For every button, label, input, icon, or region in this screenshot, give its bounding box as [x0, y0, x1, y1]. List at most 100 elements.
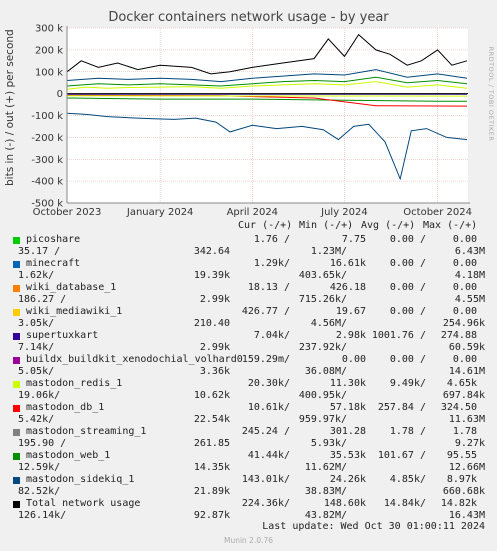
legend-series-name: minecraft — [26, 258, 81, 269]
legend-header-min: Min (-/+) — [299, 220, 354, 231]
x-tick-label: October 2023 — [33, 207, 102, 218]
legend-series-name: mastodon_redis_1 — [26, 378, 123, 389]
legend-max-value: 324.50 — [440, 402, 477, 413]
legend-max-in-value: 11.63M — [448, 414, 485, 425]
x-tick-label: January 2024 — [126, 207, 194, 218]
legend-min-in-value: 10.62k — [193, 390, 230, 401]
legend-header-cur: Cur (-/+) — [238, 220, 293, 231]
legend-max-in-value: 660.68k — [442, 486, 485, 497]
legend-min-in-value: 21.89k — [193, 486, 230, 497]
y-tick-label: 0 — [57, 89, 63, 100]
legend-series-name: supertuxkart — [26, 330, 99, 341]
legend-min-value: 7.75 — [341, 234, 366, 245]
legend-cur-in-value: 19.06k/ — [18, 390, 61, 401]
legend-series-name: mastodon_streaming_1 — [26, 426, 147, 437]
legend-cur-value: 224.36k/ — [241, 498, 290, 509]
legend-cur-in-value: 3.05k/ — [18, 318, 55, 329]
legend-cur-value: 20.30k/ — [247, 378, 290, 389]
legend-min-value: 16.61k — [329, 258, 366, 269]
legend-row: Total network usage 224.36k/148.60k 14.84k… — [0, 498, 497, 522]
legend-header-avg: Avg (-/+) — [361, 220, 416, 231]
legend-avg-in-value: 38.83M/ — [304, 486, 347, 497]
legend-cur-value: 18.13 / — [247, 282, 290, 293]
legend-swatch — [13, 477, 20, 484]
legend-avg-value: 101.67 / — [377, 450, 426, 461]
y-tick-label: 300 k — [35, 24, 63, 35]
legend-series-name: wiki_mediawiki_1 — [26, 306, 123, 317]
legend-avg-in-value: 959.97k/ — [298, 414, 347, 425]
y-tick-label: -300 k — [31, 155, 63, 166]
legend-max-value: 1.78 — [452, 426, 477, 437]
legend-min-in-value: 14.35k — [193, 462, 230, 473]
legend-cur-in-value: 35.17 / — [18, 246, 61, 257]
legend-max-in-value: 12.66M — [448, 462, 485, 473]
legend-row: wiki_mediawiki_1 426.77 / 19.67 0.00 / 0.00 3… — [0, 306, 497, 330]
legend-cur-in-value: 82.52k/ — [18, 486, 61, 497]
legend-max-value: 0.00 — [452, 306, 477, 317]
legend-header: Cur (-/+) Min (-/+) Avg (-/+) Max (-/+) — [0, 220, 497, 233]
legend-avg-value: 9.49k/ — [389, 378, 426, 389]
legend-row: buildx_buildkit_xenodochial_volhard0 159.… — [0, 354, 497, 378]
legend-series-name: picoshare — [26, 234, 81, 245]
legend-cur-in-value: 7.14k/ — [18, 342, 55, 353]
legend-min-in-value: 210.40 — [193, 318, 230, 329]
legend-cur-in-value: 12.59k/ — [18, 462, 61, 473]
legend-min-value: 301.28 — [329, 426, 366, 437]
last-update: Last update: Wed Oct 30 01:00:11 2024 — [262, 521, 485, 532]
legend-swatch — [13, 261, 20, 268]
legend-swatch — [13, 309, 20, 316]
legend-avg-value: 1001.76 / — [371, 330, 426, 341]
legend-cur-value: 143.01k/ — [241, 474, 290, 485]
legend-avg-in-value: 4.56M/ — [310, 318, 347, 329]
legend-min-in-value: 3.36k — [199, 366, 230, 377]
legend-min-in-value: 22.54k — [193, 414, 230, 425]
legend-swatch — [13, 429, 20, 436]
y-tick-label: 100 k — [35, 67, 63, 78]
legend-max-in-value: 16.43M — [448, 510, 485, 521]
legend-min-value: 2.98k — [335, 330, 366, 341]
legend-max-value: 14.82k — [440, 498, 477, 509]
legend-swatch — [13, 237, 20, 244]
legend-avg-value: 0.00 / — [389, 282, 426, 293]
legend-cur-in-value: 126.14k/ — [18, 510, 67, 521]
y-tick-label: -100 k — [31, 111, 63, 122]
legend-header-max: Max (-/+) — [423, 220, 478, 231]
y-tick-label: -200 k — [31, 133, 63, 144]
legend-cur-value: 245.24 / — [241, 426, 290, 437]
legend-cur-in-value: 186.27 / — [18, 294, 67, 305]
legend-avg-value: 4.85k/ — [389, 474, 426, 485]
legend-avg-value: 0.00 / — [389, 306, 426, 317]
legend-swatch — [13, 357, 20, 364]
legend-max-value: 0.00 — [452, 282, 477, 293]
legend-series-name: buildx_buildkit_xenodochial_volhard0 — [26, 354, 243, 365]
legend-avg-in-value: 36.08M/ — [304, 366, 347, 377]
legend-cur-value: 1.76 / — [253, 234, 290, 245]
legend-max-in-value: 254.96k — [442, 318, 485, 329]
legend-min-in-value: 92.87k — [193, 510, 230, 521]
legend-cur-in-value: 5.05k/ — [18, 366, 55, 377]
legend-swatch — [13, 381, 20, 388]
legend-avg-in-value: 400.95k/ — [298, 390, 347, 401]
legend-avg-in-value: 403.65k/ — [298, 270, 347, 281]
legend-swatch — [13, 285, 20, 292]
legend-avg-in-value: 43.82M/ — [304, 510, 347, 521]
legend-row: picoshare 1.76 / 7.75 0.00 / 0.00 35.17 / 342.… — [0, 234, 497, 258]
legend-cur-in-value: 5.42k/ — [18, 414, 55, 425]
legend-avg-in-value: 5.93k/ — [310, 438, 347, 449]
legend-cur-in-value: 195.90 / — [18, 438, 67, 449]
legend-row: supertuxkart 7.04k/2.98k 1001.76 / 274.88 7.… — [0, 330, 497, 354]
legend-max-in-value: 4.18M — [454, 270, 485, 281]
legend-row: mastodon_db_1 10.61k/57.18k 257.84 / 324.50… — [0, 402, 497, 426]
legend-avg-in-value: 11.62M/ — [304, 462, 347, 473]
legend-avg-in-value: 1.23M/ — [310, 246, 347, 257]
legend-max-in-value: 697.84k — [442, 390, 485, 401]
y-tick-label: -400 k — [31, 177, 63, 188]
legend-cur-value: 7.04k/ — [253, 330, 290, 341]
legend-min-in-value: 2.99k — [199, 342, 230, 353]
legend-avg-value: 0.00 / — [389, 258, 426, 269]
legend-min-value: 426.18 — [329, 282, 366, 293]
legend-min-value: 19.67 — [335, 306, 366, 317]
legend-max-value: 0.00 — [452, 234, 477, 245]
legend-avg-value: 14.84k/ — [383, 498, 426, 509]
legend-avg-value: 0.00 / — [389, 354, 426, 365]
